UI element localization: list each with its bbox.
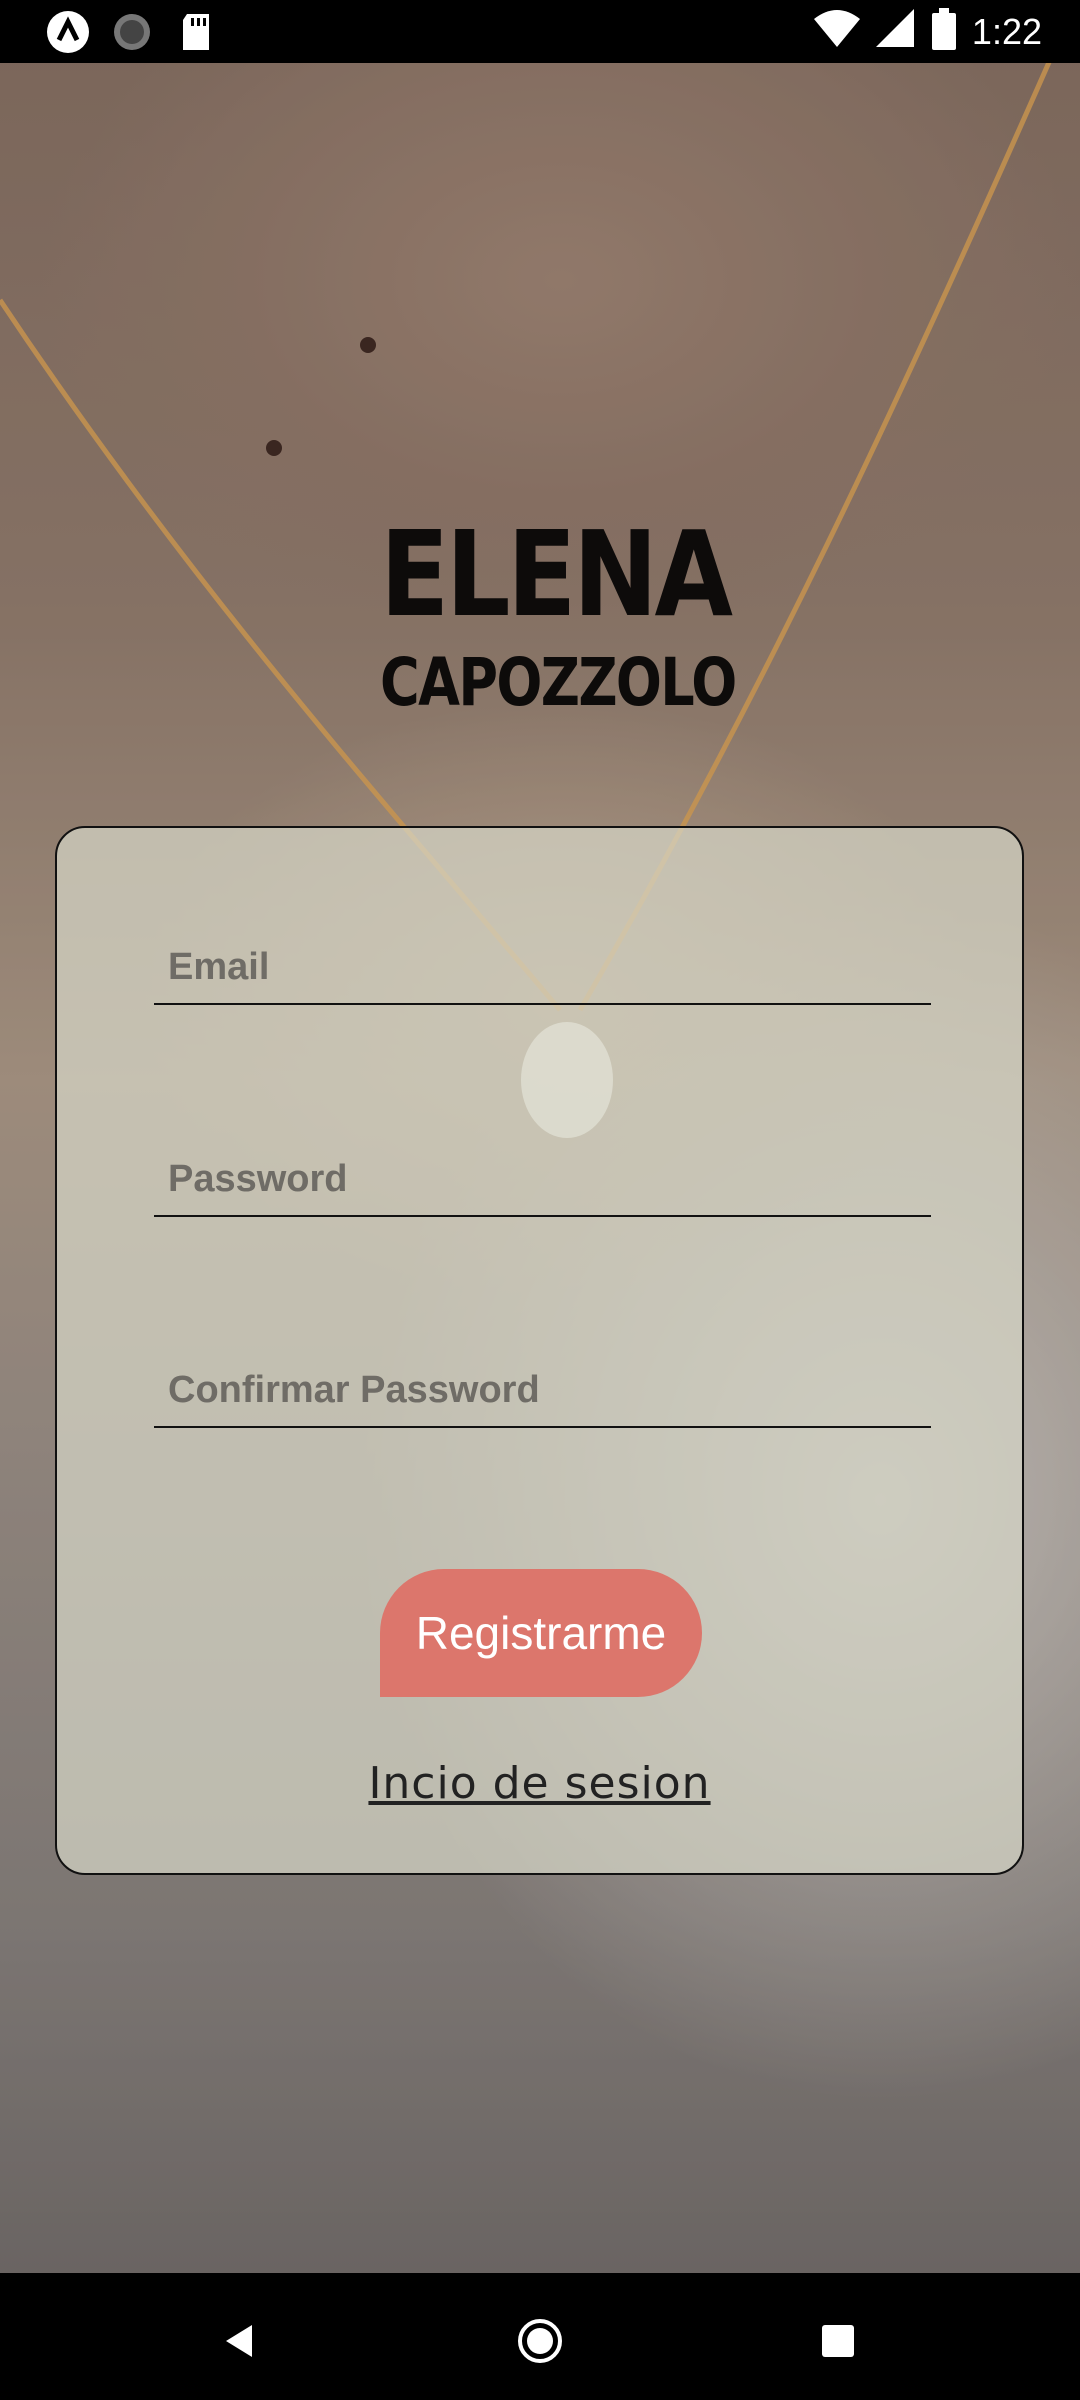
back-icon[interactable] <box>210 2311 270 2371</box>
loading-icon <box>110 12 154 52</box>
navigation-bar <box>0 2273 1080 2400</box>
email-field[interactable] <box>154 925 945 1005</box>
sd-card-icon <box>174 12 218 52</box>
password-field[interactable] <box>154 1137 945 1217</box>
home-icon[interactable] <box>510 2311 570 2371</box>
brand-name-line1: ELENA <box>380 505 733 643</box>
register-button[interactable]: Registrarme <box>380 1569 702 1697</box>
email-input[interactable] <box>154 946 945 989</box>
brand-logo: ELENA CAPOZZOLO <box>380 505 737 750</box>
brand-name-line2: CAPOZZOLO <box>380 644 737 721</box>
confirm-password-field[interactable] <box>154 1348 945 1428</box>
clock: 1:22 <box>971 10 1042 52</box>
wifi-icon <box>813 9 860 54</box>
battery-icon <box>931 8 956 55</box>
app-notification-icon <box>46 11 90 53</box>
password-input[interactable] <box>154 1158 945 1201</box>
signal-icon <box>875 9 916 54</box>
confirm-password-input[interactable] <box>154 1369 945 1412</box>
login-link[interactable]: Incio de sesion <box>57 1758 1022 1809</box>
register-card: Registrarme Incio de sesion <box>55 826 1024 1875</box>
status-bar: 1:22 <box>0 0 1080 63</box>
recent-apps-icon[interactable] <box>808 2311 868 2371</box>
